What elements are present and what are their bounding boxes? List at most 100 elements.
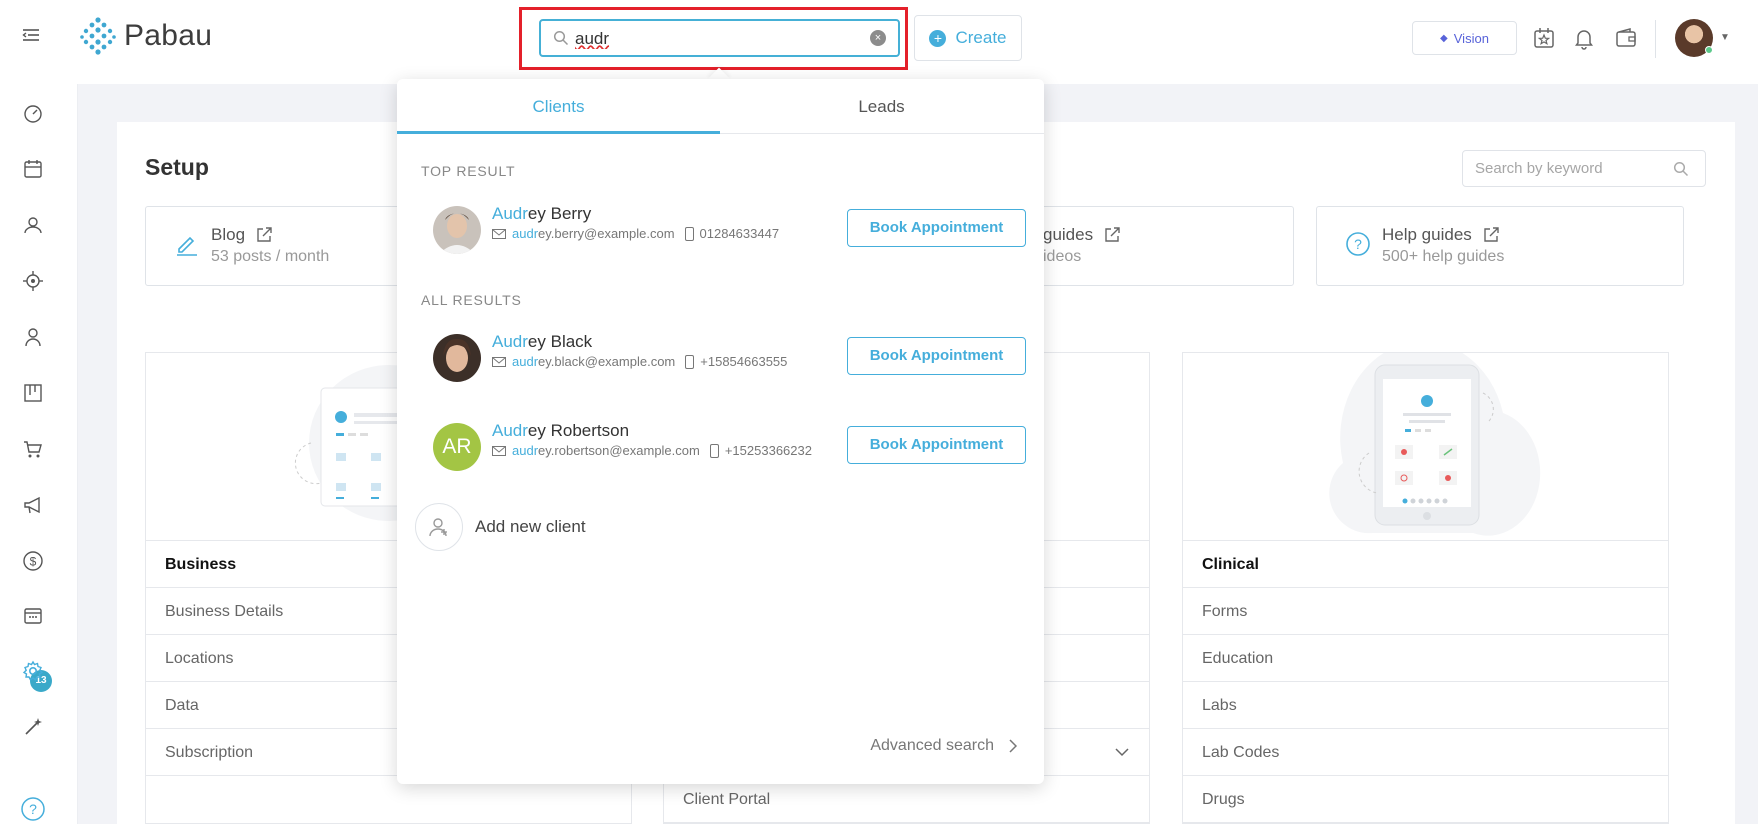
mail-icon (492, 228, 506, 239)
help-guides-card[interactable]: ? Help guides 500+ help guides (1316, 206, 1684, 286)
diamond-icon: ◆ (1440, 32, 1448, 44)
phone-icon (685, 354, 695, 369)
video-guides-card-title: guides (1043, 225, 1094, 244)
clients-icon[interactable] (22, 214, 44, 236)
mail-icon (492, 445, 506, 456)
finance-icon[interactable]: $ (22, 550, 44, 572)
client-phone: +15253366232 (724, 443, 812, 458)
leads-icon[interactable] (22, 270, 44, 292)
video-guides-card[interactable]: guides ideos (1000, 206, 1294, 286)
clinical-section: Clinical Forms Education Labs Lab Codes … (1182, 341, 1669, 824)
help-guides-card-title: Help guides (1382, 225, 1472, 244)
search-results-dropdown: Clients Leads TOP RESULT Audrey Berry au… (397, 79, 1044, 784)
external-link-icon (1484, 227, 1499, 242)
menu-collapse-icon[interactable] (20, 24, 42, 46)
book-appointment-button[interactable]: Book Appointment (847, 426, 1026, 464)
chevron-right-icon (1009, 739, 1018, 753)
magic-icon[interactable] (22, 716, 44, 738)
blog-card[interactable]: Blog 53 posts / month (145, 206, 415, 286)
chevron-down-icon[interactable]: ▼ (1720, 32, 1730, 43)
vision-button[interactable]: ◆ Vision (1412, 21, 1517, 55)
tab-clients[interactable]: Clients (397, 79, 720, 134)
online-status-icon (1705, 46, 1713, 54)
setup-link-education[interactable]: Education (1183, 635, 1668, 682)
dropdown-tabs: Clients Leads (397, 79, 1044, 134)
top-header: Pabau × + Create ◆ Vision ▼ (0, 0, 1758, 84)
video-guides-card-subtitle: ideos (1043, 248, 1082, 265)
cart-icon[interactable] (22, 438, 44, 460)
marketing-icon[interactable] (22, 494, 44, 516)
external-link-icon (257, 227, 272, 242)
blog-card-subtitle: 53 posts / month (211, 248, 330, 265)
wallet-icon[interactable] (1614, 26, 1638, 50)
chevron-down-icon (1115, 748, 1129, 757)
setup-link-forms[interactable]: Forms (1183, 588, 1668, 635)
help-icon[interactable]: ? (20, 796, 46, 822)
phone-icon (709, 443, 719, 458)
setup-link-labs[interactable]: Labs (1183, 682, 1668, 729)
vision-label: Vision (1453, 30, 1489, 46)
client-name[interactable]: Audrey Robertson (492, 421, 629, 441)
brand-name: Pabau (124, 19, 213, 52)
keyword-search-input[interactable] (1475, 160, 1665, 177)
client-meta: audrey.black@example.com +15854663555 (492, 354, 787, 369)
sidebar: $ 13 ? (0, 84, 78, 824)
search-input[interactable] (575, 27, 865, 51)
search-icon (1673, 161, 1689, 177)
name-match: Audr (492, 204, 528, 223)
client-email: audrey.robertson@example.com (512, 443, 700, 458)
dashboard-icon[interactable] (22, 102, 44, 124)
page-title: Setup (145, 154, 209, 180)
tab-leads[interactable]: Leads (720, 79, 1043, 134)
mail-icon (492, 356, 506, 367)
svg-text:$: $ (30, 555, 37, 569)
phone-icon (684, 226, 694, 241)
logo[interactable]: Pabau (78, 16, 212, 56)
blog-card-title: Blog (211, 225, 246, 244)
name-match: Audr (492, 332, 528, 351)
name-match: Audr (492, 421, 528, 440)
name-rest: ey Black (527, 332, 593, 351)
calendar-icon[interactable] (22, 158, 44, 180)
client-name[interactable]: Audrey Black (492, 332, 592, 352)
client-meta: audrey.robertson@example.com +1525336623… (492, 443, 812, 458)
client-phone: +15854663555 (700, 354, 788, 369)
svg-text:?: ? (29, 801, 37, 817)
search-result-row[interactable]: Audrey Berry audrey.berry@example.com 01… (397, 200, 1044, 260)
add-user-icon (415, 503, 463, 551)
setup-link-drugs[interactable]: Drugs (1183, 776, 1668, 823)
top-result-label: TOP RESULT (421, 163, 516, 179)
client-name[interactable]: Audrey Berry (492, 204, 591, 224)
staff-calendar-icon[interactable] (22, 604, 44, 626)
external-link-icon (1105, 227, 1120, 242)
create-button[interactable]: + Create (914, 15, 1022, 61)
add-new-client-label: Add new client (475, 517, 586, 536)
book-appointment-button[interactable]: Book Appointment (847, 337, 1026, 375)
board-icon[interactable] (22, 382, 44, 404)
section-heading: Clinical (1183, 541, 1668, 588)
search-result-row[interactable]: Audrey Black audrey.black@example.com +1… (397, 328, 1044, 388)
header-divider (1655, 20, 1656, 58)
settings-icon[interactable] (22, 660, 44, 682)
keyword-search[interactable] (1462, 150, 1706, 187)
client-avatar (433, 334, 481, 382)
book-appointment-button[interactable]: Book Appointment (847, 209, 1026, 247)
pencil-icon (177, 236, 197, 256)
create-label: Create (955, 28, 1007, 47)
help-guides-card-subtitle: 500+ help guides (1382, 248, 1505, 265)
clear-search-icon[interactable]: × (870, 30, 886, 46)
setup-link-lab-codes[interactable]: Lab Codes (1183, 729, 1668, 776)
contacts-icon[interactable] (22, 326, 44, 348)
plus-icon: + (929, 29, 947, 47)
client-email: audrey.black@example.com (512, 354, 676, 369)
client-avatar (433, 206, 481, 254)
global-search[interactable]: × (539, 19, 900, 57)
bell-icon[interactable] (1572, 26, 1596, 50)
search-icon (553, 30, 569, 46)
calendar-star-icon[interactable] (1532, 26, 1556, 50)
add-new-client[interactable]: Add new client (415, 503, 586, 551)
search-result-row[interactable]: AR Audrey Robertson audrey.robertson@exa… (397, 417, 1044, 477)
name-rest: ey Robertson (527, 421, 630, 440)
client-phone: 01284633447 (699, 226, 780, 241)
advanced-search-link[interactable]: Advanced search (870, 737, 1018, 755)
